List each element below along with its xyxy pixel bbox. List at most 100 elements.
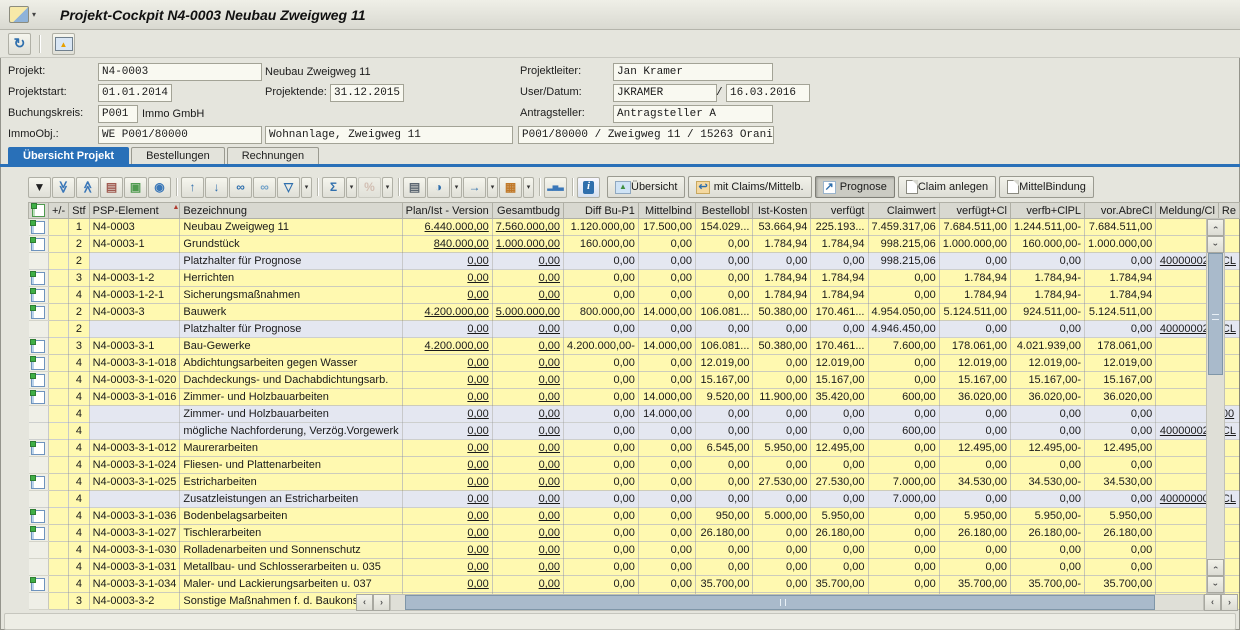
value-link[interactable]: 0,00 [467, 544, 488, 556]
value-cell[interactable]: 0,00 [402, 559, 492, 576]
mittelbindung-button[interactable]: MittelBindung [999, 176, 1094, 198]
value-link[interactable]: 0,00 [539, 272, 560, 284]
value-cell[interactable]: 0,00 [402, 457, 492, 474]
value-link[interactable]: 0,00 [467, 442, 488, 454]
info-icon[interactable]: i [577, 177, 600, 198]
column-header-claimwert[interactable]: Claimwert [868, 203, 939, 219]
column-header-ist-kosten[interactable]: Ist-Kosten [753, 203, 811, 219]
column-header-verf-gt[interactable]: verfügt [811, 203, 868, 219]
table-row[interactable]: 3N4-0003-1-2Herrichten0,000,000,000,000,… [29, 270, 1240, 287]
value-link[interactable]: 840.000,00 [434, 238, 489, 250]
immoobj-description-field[interactable]: Wohnanlage, Zweigweg 11 [265, 126, 513, 144]
value-cell[interactable]: 0,00 [492, 474, 563, 491]
scroll-down-button[interactable]: › [1207, 236, 1224, 253]
value-cell[interactable]: 4.200.000,00 [402, 304, 492, 321]
table-row[interactable]: 2N4-0003-3Bauwerk4.200.000,005.000.000,0… [29, 304, 1240, 321]
value-cell[interactable]: 0,00 [402, 423, 492, 440]
tab-rechnungen[interactable]: Rechnungen [227, 147, 319, 164]
wbs-element-icon[interactable] [31, 391, 45, 404]
column-header-meldung-cl[interactable]: Meldung/Cl [1156, 203, 1219, 219]
table-row[interactable]: 4N4-0003-3-1-036Bodenbelagsarbeiten0,000… [29, 508, 1240, 525]
projektstart-field[interactable]: 01.01.2014 [98, 84, 172, 102]
value-link[interactable]: 0,00 [467, 357, 488, 369]
scroll-up-button[interactable]: › [1207, 219, 1224, 236]
value-link[interactable]: 4.200.000,00 [425, 340, 489, 352]
column-header-verfb-clpl[interactable]: verfb+ClPL [1010, 203, 1084, 219]
wbs-element-icon[interactable] [31, 442, 45, 455]
value-cell[interactable]: 0,00 [492, 321, 563, 338]
legend-button[interactable]: ▲ [52, 33, 75, 55]
value-cell[interactable]: 0,00 [492, 491, 563, 508]
tab-bersicht-projekt[interactable]: Übersicht Projekt [8, 147, 129, 164]
immoobj-field[interactable]: WE P001/80000 [98, 126, 262, 144]
value-cell[interactable]: 0,00 [492, 372, 563, 389]
value-link[interactable]: 0,00 [539, 425, 560, 437]
value-cell[interactable]: 0,00 [402, 576, 492, 593]
value-cell[interactable]: 0,00 [492, 457, 563, 474]
transaction-icon[interactable] [9, 6, 29, 23]
column-header-stf[interactable]: Stf [69, 203, 89, 219]
value-link[interactable]: 0,00 [467, 527, 488, 539]
value-link[interactable]: 0,00 [539, 255, 560, 267]
wbs-element-icon[interactable] [31, 238, 45, 251]
antragsteller-field[interactable]: Antragsteller A [613, 105, 773, 123]
find-next-icon[interactable]: ∞ [253, 177, 276, 198]
value-cell[interactable]: 0,00 [492, 389, 563, 406]
table-row[interactable]: 4mögliche Nachforderung, Verzög.Vorgewer… [29, 423, 1240, 440]
value-cell[interactable]: 0,00 [402, 321, 492, 338]
filter-icon[interactable]: ▽ [277, 177, 300, 198]
print-icon[interactable]: ▤ [403, 177, 426, 198]
column-header-psp-element[interactable]: PSP-Element▲ [89, 203, 180, 219]
column-header-bestellobl[interactable]: Bestellobl [696, 203, 753, 219]
value-cell[interactable]: 0,00 [492, 287, 563, 304]
find-icon[interactable]: ∞ [229, 177, 252, 198]
table-row[interactable]: 4Zusatzleistungen an Estricharbeiten0,00… [29, 491, 1240, 508]
graphic-icon[interactable]: ▂▅▃ [544, 177, 567, 198]
value-link[interactable]: 0,00 [539, 493, 560, 505]
value-link[interactable]: 0,00 [539, 391, 560, 403]
table-row[interactable]: 4N4-0003-3-1-034Maler- und Lackierungsar… [29, 576, 1240, 593]
table-row[interactable]: 4Zimmer- und Holzbauarbeiten0,000,000,00… [29, 406, 1240, 423]
chevron-down-icon[interactable]: ▾ [32, 10, 36, 19]
claim-anlegen-button[interactable]: Claim anlegen [898, 176, 996, 198]
value-cell[interactable]: 5.000.000,00 [492, 304, 563, 321]
value-link[interactable]: 6.440.000,00 [425, 221, 489, 233]
bersicht-button[interactable]: ▲Übersicht [607, 176, 685, 198]
mit-claims-mittelb-button[interactable]: ↩mit Claims/Mittelb. [688, 176, 811, 198]
value-cell[interactable]: 0,00 [492, 355, 563, 372]
scroll-right-button[interactable]: › [373, 594, 390, 611]
wbs-element-icon[interactable] [31, 527, 45, 540]
table-row[interactable]: 4N4-0003-3-1-030Rolladenarbeiten und Son… [29, 542, 1240, 559]
table-row[interactable]: 4N4-0003-3-1-020Dachdeckungs- und Dachab… [29, 372, 1240, 389]
layout-icon-dropdown[interactable]: ▾ [523, 177, 534, 198]
wbs-element-icon[interactable] [31, 306, 45, 319]
horizontal-scroll-thumb[interactable] [405, 595, 1155, 610]
value-cell[interactable]: 0,00 [492, 525, 563, 542]
sum-icon[interactable]: Σ [322, 177, 345, 198]
column-header-bezeichnung[interactable]: Bezeichnung [180, 203, 402, 219]
value-link[interactable]: 0,00 [467, 578, 488, 590]
value-link[interactable]: 0,00 [467, 476, 488, 488]
value-cell[interactable]: 0,00 [492, 423, 563, 440]
value-cell[interactable]: 0,00 [402, 253, 492, 270]
value-cell[interactable]: 6.440.000,00 [402, 219, 492, 236]
table-corner-cell[interactable] [29, 203, 49, 219]
value-cell[interactable]: 0,00 [492, 508, 563, 525]
horizontal-scrollbar[interactable] [390, 594, 1204, 611]
user-field[interactable]: JKRAMER [613, 84, 717, 102]
wbs-element-icon[interactable] [31, 289, 45, 302]
table-row[interactable]: 4N4-0003-3-1-018Abdichtungsarbeiten gege… [29, 355, 1240, 372]
table-row[interactable]: 2Platzhalter für Prognose0,000,000,000,0… [29, 321, 1240, 338]
table-row[interactable]: 1N4-0003Neubau Zweigweg 116.440.000,007.… [29, 219, 1240, 236]
layout-icon[interactable]: ▦ [499, 177, 522, 198]
value-link[interactable]: 0,00 [539, 340, 560, 352]
value-cell[interactable]: 0,00 [402, 389, 492, 406]
tab-bestellungen[interactable]: Bestellungen [131, 147, 225, 164]
wbs-element-icon[interactable] [31, 340, 45, 353]
value-link[interactable]: 0,00 [539, 459, 560, 471]
value-link[interactable]: 0,00 [467, 374, 488, 386]
value-link[interactable]: 0,00 [539, 527, 560, 539]
value-cell[interactable]: 4.200.000,00 [402, 338, 492, 355]
value-cell[interactable]: 0,00 [402, 542, 492, 559]
value-link[interactable]: 0,00 [467, 391, 488, 403]
